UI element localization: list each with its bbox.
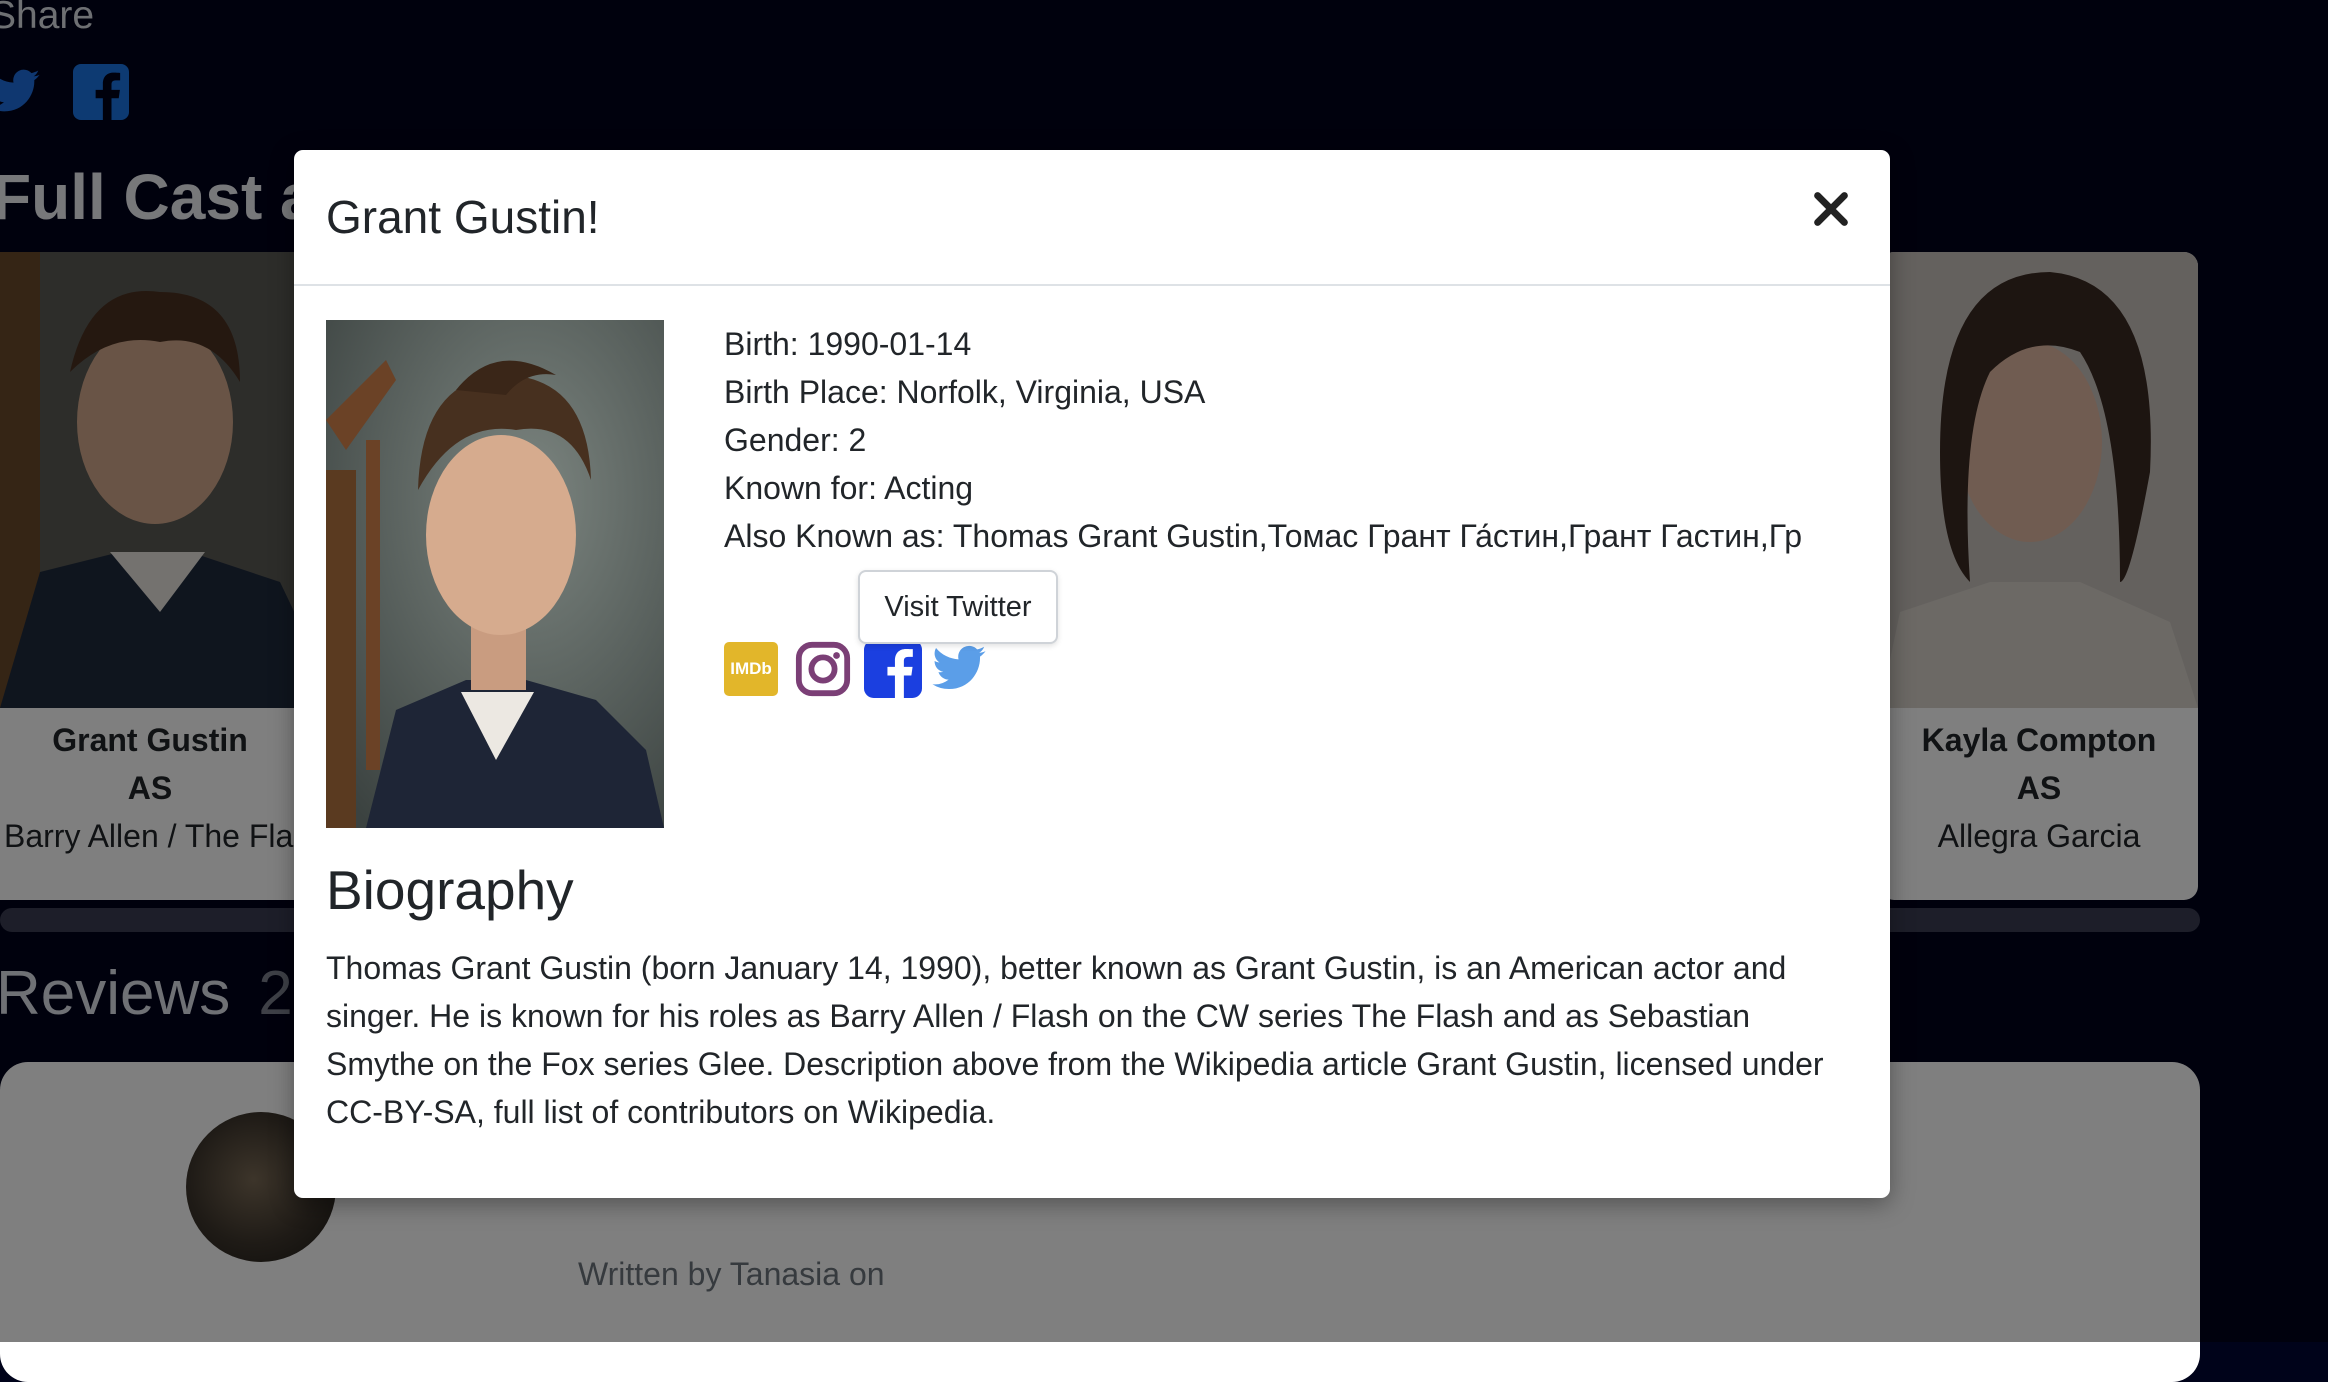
instagram-icon[interactable]: [794, 640, 852, 698]
known-for: Known for: Acting: [724, 470, 974, 506]
twitter-tooltip: Visit Twitter: [858, 570, 1058, 644]
also-known-as: Also Known as: Thomas Grant Gustin,Томас…: [724, 518, 1803, 554]
modal-title: Grant Gustin!: [326, 191, 600, 243]
gender: Gender: 2: [724, 422, 867, 458]
birth-date: Birth: 1990-01-14: [724, 326, 972, 362]
person-modal: Grant Gustin! Birth: 1990-01-14 Birth Pl…: [294, 150, 1890, 1198]
facebook-icon[interactable]: [864, 640, 922, 698]
birth-place: Birth Place: Norfolk, Virginia, USA: [724, 374, 1206, 410]
twitter-icon[interactable]: [930, 640, 988, 698]
modal-header: Grant Gustin!: [294, 150, 1890, 286]
biography-text: Thomas Grant Gustin (born January 14, 19…: [326, 950, 1824, 1130]
close-icon[interactable]: [1808, 186, 1854, 232]
profile-photo: [326, 320, 664, 828]
biography-heading: Biography: [326, 859, 574, 921]
imdb-icon[interactable]: IMDb: [724, 642, 778, 696]
person-info: Birth: 1990-01-14 Birth Place: Norfolk, …: [724, 320, 1854, 560]
